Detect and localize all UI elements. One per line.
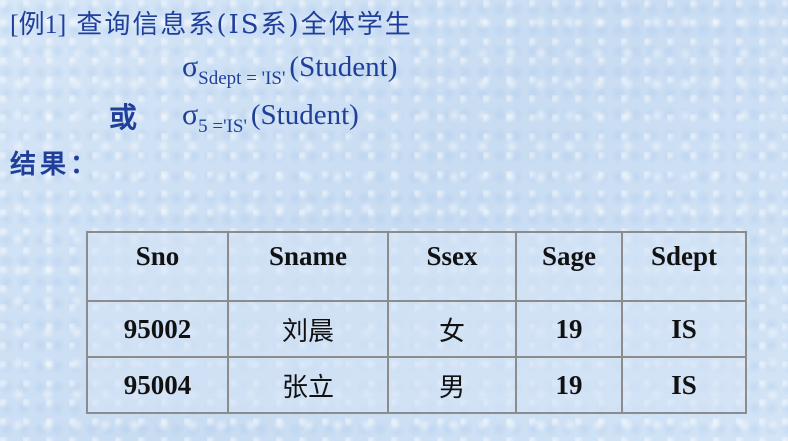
result-label: 结果： (10, 150, 101, 180)
example-description: 查询信息系(IS系)全体学生 (76, 10, 413, 40)
sigma-symbol: σ (182, 98, 199, 131)
result-table: Sno Sname Ssex Sage Sdept 95002 刘晨 女 19 … (86, 231, 747, 414)
relation-argument: (Student) (250, 99, 359, 131)
cell-sno: 95004 (86, 356, 229, 414)
cell-sno: 95002 (86, 300, 229, 358)
column-header-sage: Sage (515, 231, 623, 302)
cell-ssex: 女 (387, 300, 517, 358)
column-header-sdept: Sdept (621, 231, 747, 302)
cell-sname: 张立 (227, 356, 389, 414)
cell-sage: 19 (515, 356, 623, 414)
table-row: 95002 刘晨 女 19 IS (86, 300, 747, 358)
example-title: [例1] 查询信息系(IS系)全体学生 (10, 4, 413, 41)
cell-sdept: IS (621, 300, 747, 358)
cell-sname: 刘晨 (227, 300, 389, 358)
cell-sdept: IS (621, 356, 747, 414)
selection-formula-1: σSdept = 'IS' (Student) (182, 50, 398, 89)
table-header-row: Sno Sname Ssex Sage Sdept (86, 231, 747, 302)
column-header-ssex: Ssex (387, 231, 517, 302)
cell-ssex: 男 (387, 356, 517, 414)
column-header-sno: Sno (86, 231, 229, 302)
example-label: [例1] (10, 10, 67, 39)
cell-sage: 19 (515, 300, 623, 358)
column-header-sname: Sname (227, 231, 389, 302)
relation-argument: (Student) (289, 51, 398, 83)
selection-condition: Sdept = 'IS' (198, 68, 286, 89)
selection-formula-2: σ5 ='IS' (Student) (182, 98, 359, 137)
table-row: 95004 张立 男 19 IS (86, 356, 747, 414)
sigma-symbol: σ (182, 50, 199, 83)
or-label: 或 (109, 101, 138, 134)
selection-condition: 5 ='IS' (198, 116, 247, 137)
